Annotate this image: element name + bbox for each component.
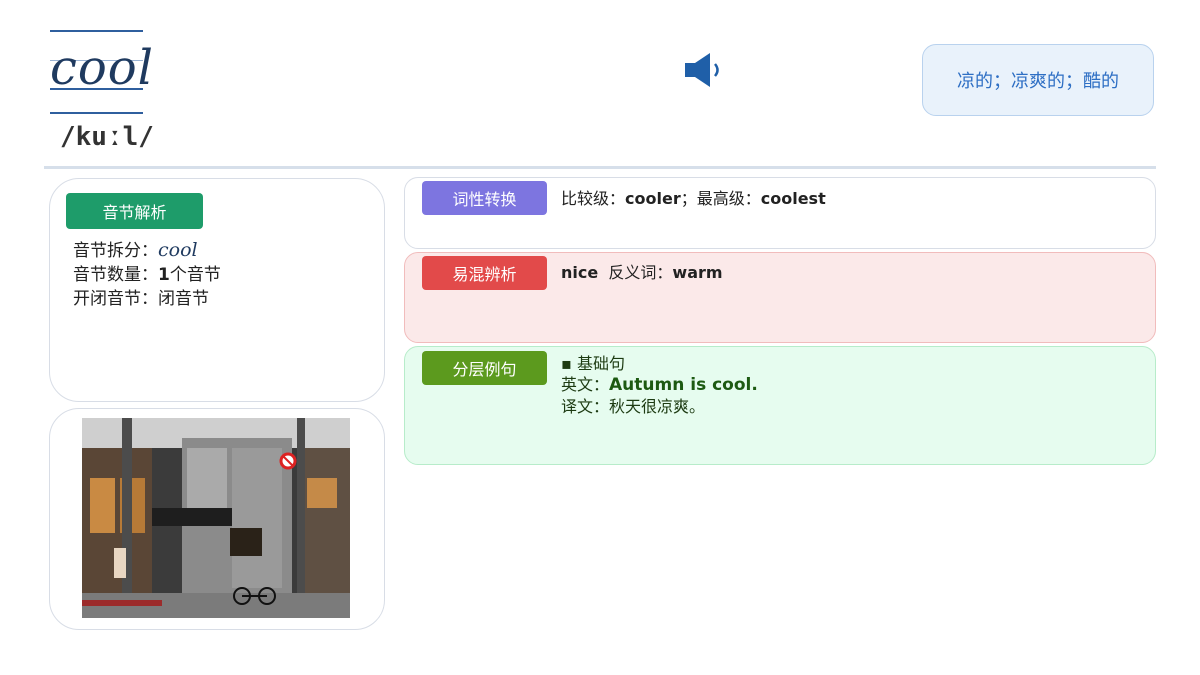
example-level-row: ▪ 基础句 bbox=[561, 353, 758, 374]
syllable-type-row: 开闭音节：闭音节 bbox=[73, 287, 221, 311]
syllable-count-label: 音节数量： bbox=[73, 265, 158, 285]
antonym-value: warm bbox=[672, 263, 723, 282]
antonym-label: 反义词： bbox=[608, 263, 673, 282]
meaning-box: 凉的；凉爽的；酷的 bbox=[922, 44, 1154, 116]
syllable-split-value: cool bbox=[158, 239, 198, 261]
street-photo bbox=[82, 418, 350, 618]
confuse-tag: 易混辨析 bbox=[422, 256, 547, 290]
header-divider bbox=[44, 166, 1156, 169]
pos-tag: 词性转换 bbox=[422, 181, 547, 215]
syllable-count-row: 音节数量：1个音节 bbox=[73, 263, 221, 287]
example-zh-row: 译文：秋天很凉爽。 bbox=[561, 396, 758, 417]
confuse-details: nice 反义词：warm bbox=[561, 259, 723, 283]
examples-details: ▪ 基础句 英文：Autumn is cool. 译文：秋天很凉爽。 bbox=[561, 353, 758, 417]
meaning-text: 凉的；凉爽的；酷的 bbox=[957, 71, 1119, 92]
example-en-row: 英文：Autumn is cool. bbox=[561, 374, 758, 396]
example-en-value: Autumn is cool. bbox=[609, 375, 758, 395]
syllable-type-value: 闭音节 bbox=[158, 289, 209, 309]
syllable-count-unit: 个音节 bbox=[169, 265, 221, 285]
pos-details: 比较级：cooler；最高级：coolest bbox=[561, 185, 826, 209]
speaker-icon[interactable] bbox=[684, 52, 726, 88]
superlative-label: 最高级： bbox=[696, 189, 761, 208]
comparative-label: 比较级： bbox=[561, 189, 626, 208]
example-en-label: 英文： bbox=[561, 375, 610, 394]
examples-tag: 分层例句 bbox=[422, 351, 547, 385]
comparative-value: cooler bbox=[625, 189, 681, 208]
vocab-word: cool bbox=[50, 40, 155, 96]
syllable-count-value: 1 bbox=[158, 265, 170, 285]
syllable-tag: 音节解析 bbox=[66, 193, 203, 229]
syllable-details: 音节拆分：cool 音节数量：1个音节 开闭音节：闭音节 bbox=[73, 238, 221, 311]
example-zh-label: 译文： bbox=[561, 397, 610, 416]
bullet-icon: ▪ bbox=[561, 354, 577, 373]
example-zh-value: 秋天很凉爽。 bbox=[609, 397, 706, 416]
phonetic-transcription: /kuːl/ bbox=[60, 122, 154, 152]
pos-separator: ； bbox=[680, 189, 697, 208]
superlative-value: coolest bbox=[760, 189, 826, 208]
syllable-split-label: 音节拆分： bbox=[73, 241, 158, 261]
similar-word: nice bbox=[561, 263, 599, 282]
syllable-split-row: 音节拆分：cool bbox=[73, 238, 221, 263]
syllable-type-label: 开闭音节： bbox=[73, 289, 158, 309]
example-level: 基础句 bbox=[576, 354, 625, 373]
